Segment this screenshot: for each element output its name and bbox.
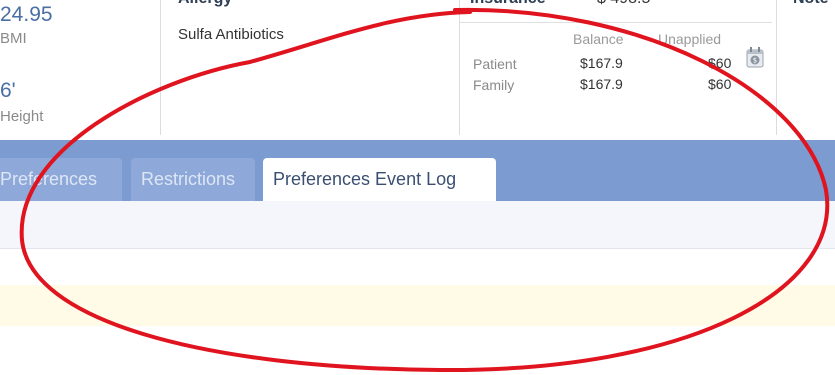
tab-restrictions[interactable]: Restrictions <box>131 158 255 201</box>
unapplied-column-header: Unapplied <box>658 31 722 47</box>
tab-toolbar <box>0 201 835 249</box>
tab-bar: Preferences Restrictions Preferences Eve… <box>0 140 835 201</box>
allergy-item: Sulfa Antibiotics <box>178 26 284 43</box>
family-balance: $167.9 <box>580 76 623 92</box>
svg-text:$: $ <box>753 57 757 65</box>
notes-title: Note <box>793 0 829 8</box>
log-content-row <box>0 249 835 285</box>
bmi-label: BMI <box>0 30 27 47</box>
allergy-title: Allergy <box>178 0 232 8</box>
log-empty-area <box>0 326 835 375</box>
family-unapplied: $60 <box>708 76 732 92</box>
tab-preferences[interactable]: Preferences <box>0 158 122 201</box>
divider <box>776 0 777 135</box>
divider <box>459 0 460 135</box>
log-notice-row <box>0 285 835 326</box>
insurance-separator <box>460 22 772 23</box>
insurance-title: Insurance <box>470 0 546 8</box>
patient-unapplied: $60 <box>708 55 732 71</box>
height-value: 6' <box>0 79 16 102</box>
insurance-total: $ 498.5 <box>597 0 650 8</box>
height-label: Height <box>0 108 44 125</box>
calendar-icon[interactable]: $ <box>746 46 764 68</box>
family-row-label: Family <box>473 77 515 93</box>
divider <box>160 0 161 135</box>
patient-balance: $167.9 <box>580 55 623 71</box>
balance-column-header: Balance <box>573 31 624 47</box>
patient-row-label: Patient <box>473 56 517 72</box>
patient-summary-header: 24.95 BMI 6' Height Allergy Sulfa Antibi… <box>0 0 835 140</box>
vitals-panel: 24.95 BMI 6' Height <box>0 0 160 140</box>
tab-preferences-event-log[interactable]: Preferences Event Log <box>263 158 496 201</box>
bmi-value: 24.95 <box>0 3 53 26</box>
